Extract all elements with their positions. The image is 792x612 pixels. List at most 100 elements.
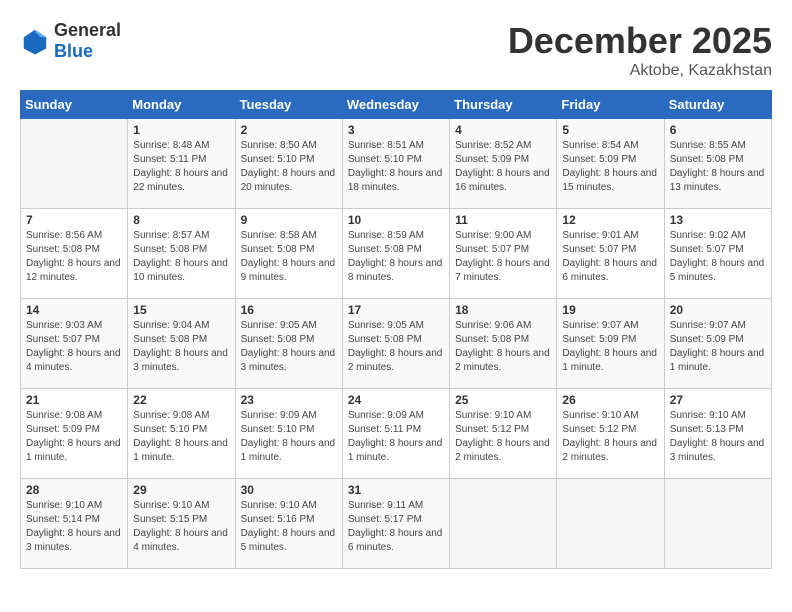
calendar-cell: 10 Sunrise: 8:59 AMSunset: 5:08 PMDaylig… <box>342 209 449 299</box>
calendar-cell: 27 Sunrise: 9:10 AMSunset: 5:13 PMDaylig… <box>664 389 771 479</box>
calendar-cell: 2 Sunrise: 8:50 AMSunset: 5:10 PMDayligh… <box>235 119 342 209</box>
day-info: Sunrise: 9:11 AMSunset: 5:17 PMDaylight:… <box>348 500 443 553</box>
calendar-cell: 17 Sunrise: 9:05 AMSunset: 5:08 PMDaylig… <box>342 299 449 389</box>
location-title: Aktobe, Kazakhstan <box>508 62 772 80</box>
calendar-cell: 13 Sunrise: 9:02 AMSunset: 5:07 PMDaylig… <box>664 209 771 299</box>
day-info: Sunrise: 9:09 AMSunset: 5:10 PMDaylight:… <box>241 410 336 463</box>
day-info: Sunrise: 9:10 AMSunset: 5:14 PMDaylight:… <box>26 500 121 553</box>
day-info: Sunrise: 9:05 AMSunset: 5:08 PMDaylight:… <box>241 320 336 373</box>
day-info: Sunrise: 9:10 AMSunset: 5:16 PMDaylight:… <box>241 500 336 553</box>
calendar-cell: 11 Sunrise: 9:00 AMSunset: 5:07 PMDaylig… <box>450 209 557 299</box>
day-number: 7 <box>26 213 122 227</box>
day-number: 16 <box>241 303 337 317</box>
day-number: 2 <box>241 123 337 137</box>
calendar-cell: 4 Sunrise: 8:52 AMSunset: 5:09 PMDayligh… <box>450 119 557 209</box>
day-number: 28 <box>26 483 122 497</box>
calendar-cell: 9 Sunrise: 8:58 AMSunset: 5:08 PMDayligh… <box>235 209 342 299</box>
calendar-week-row: 1 Sunrise: 8:48 AMSunset: 5:11 PMDayligh… <box>21 119 772 209</box>
day-number: 22 <box>133 393 229 407</box>
day-number: 20 <box>670 303 766 317</box>
day-number: 26 <box>562 393 658 407</box>
calendar-cell <box>557 479 664 569</box>
day-info: Sunrise: 9:10 AMSunset: 5:12 PMDaylight:… <box>455 410 550 463</box>
calendar-cell: 31 Sunrise: 9:11 AMSunset: 5:17 PMDaylig… <box>342 479 449 569</box>
day-number: 19 <box>562 303 658 317</box>
calendar-cell: 15 Sunrise: 9:04 AMSunset: 5:08 PMDaylig… <box>128 299 235 389</box>
day-number: 29 <box>133 483 229 497</box>
day-info: Sunrise: 9:10 AMSunset: 5:15 PMDaylight:… <box>133 500 228 553</box>
day-info: Sunrise: 8:56 AMSunset: 5:08 PMDaylight:… <box>26 230 121 283</box>
day-info: Sunrise: 9:07 AMSunset: 5:09 PMDaylight:… <box>670 320 765 373</box>
day-number: 17 <box>348 303 444 317</box>
weekday-header: Sunday <box>21 91 128 119</box>
calendar-week-row: 14 Sunrise: 9:03 AMSunset: 5:07 PMDaylig… <box>21 299 772 389</box>
logo-general: General <box>54 20 121 40</box>
day-number: 3 <box>348 123 444 137</box>
day-number: 21 <box>26 393 122 407</box>
day-info: Sunrise: 8:51 AMSunset: 5:10 PMDaylight:… <box>348 140 443 193</box>
header-row: SundayMondayTuesdayWednesdayThursdayFrid… <box>21 91 772 119</box>
day-info: Sunrise: 8:58 AMSunset: 5:08 PMDaylight:… <box>241 230 336 283</box>
day-number: 27 <box>670 393 766 407</box>
title-block: December 2025 Aktobe, Kazakhstan <box>508 20 772 80</box>
day-number: 24 <box>348 393 444 407</box>
day-info: Sunrise: 8:50 AMSunset: 5:10 PMDaylight:… <box>241 140 336 193</box>
calendar-week-row: 28 Sunrise: 9:10 AMSunset: 5:14 PMDaylig… <box>21 479 772 569</box>
calendar-cell <box>21 119 128 209</box>
day-number: 25 <box>455 393 551 407</box>
weekday-header: Tuesday <box>235 91 342 119</box>
day-info: Sunrise: 9:10 AMSunset: 5:12 PMDaylight:… <box>562 410 657 463</box>
calendar-cell: 5 Sunrise: 8:54 AMSunset: 5:09 PMDayligh… <box>557 119 664 209</box>
day-number: 9 <box>241 213 337 227</box>
calendar-cell: 30 Sunrise: 9:10 AMSunset: 5:16 PMDaylig… <box>235 479 342 569</box>
page-header: General Blue December 2025 Aktobe, Kazak… <box>20 20 772 80</box>
day-number: 8 <box>133 213 229 227</box>
weekday-header: Wednesday <box>342 91 449 119</box>
day-number: 12 <box>562 213 658 227</box>
month-title: December 2025 <box>508 20 772 62</box>
day-number: 4 <box>455 123 551 137</box>
calendar-cell: 8 Sunrise: 8:57 AMSunset: 5:08 PMDayligh… <box>128 209 235 299</box>
day-info: Sunrise: 8:52 AMSunset: 5:09 PMDaylight:… <box>455 140 550 193</box>
logo-blue: Blue <box>54 41 93 61</box>
calendar-cell: 18 Sunrise: 9:06 AMSunset: 5:08 PMDaylig… <box>450 299 557 389</box>
day-number: 31 <box>348 483 444 497</box>
day-info: Sunrise: 9:08 AMSunset: 5:09 PMDaylight:… <box>26 410 121 463</box>
calendar-cell: 20 Sunrise: 9:07 AMSunset: 5:09 PMDaylig… <box>664 299 771 389</box>
day-info: Sunrise: 8:57 AMSunset: 5:08 PMDaylight:… <box>133 230 228 283</box>
calendar-cell: 19 Sunrise: 9:07 AMSunset: 5:09 PMDaylig… <box>557 299 664 389</box>
calendar-cell: 28 Sunrise: 9:10 AMSunset: 5:14 PMDaylig… <box>21 479 128 569</box>
weekday-header: Monday <box>128 91 235 119</box>
day-info: Sunrise: 9:03 AMSunset: 5:07 PMDaylight:… <box>26 320 121 373</box>
day-number: 10 <box>348 213 444 227</box>
calendar-cell <box>664 479 771 569</box>
calendar-cell <box>450 479 557 569</box>
day-info: Sunrise: 9:06 AMSunset: 5:08 PMDaylight:… <box>455 320 550 373</box>
day-info: Sunrise: 9:01 AMSunset: 5:07 PMDaylight:… <box>562 230 657 283</box>
day-info: Sunrise: 9:00 AMSunset: 5:07 PMDaylight:… <box>455 230 550 283</box>
day-info: Sunrise: 9:09 AMSunset: 5:11 PMDaylight:… <box>348 410 443 463</box>
calendar-cell: 21 Sunrise: 9:08 AMSunset: 5:09 PMDaylig… <box>21 389 128 479</box>
day-info: Sunrise: 8:54 AMSunset: 5:09 PMDaylight:… <box>562 140 657 193</box>
weekday-header: Saturday <box>664 91 771 119</box>
day-info: Sunrise: 8:48 AMSunset: 5:11 PMDaylight:… <box>133 140 228 193</box>
calendar-cell: 14 Sunrise: 9:03 AMSunset: 5:07 PMDaylig… <box>21 299 128 389</box>
calendar-cell: 22 Sunrise: 9:08 AMSunset: 5:10 PMDaylig… <box>128 389 235 479</box>
weekday-header: Thursday <box>450 91 557 119</box>
calendar-cell: 3 Sunrise: 8:51 AMSunset: 5:10 PMDayligh… <box>342 119 449 209</box>
day-number: 23 <box>241 393 337 407</box>
calendar-cell: 25 Sunrise: 9:10 AMSunset: 5:12 PMDaylig… <box>450 389 557 479</box>
day-info: Sunrise: 9:04 AMSunset: 5:08 PMDaylight:… <box>133 320 228 373</box>
day-number: 11 <box>455 213 551 227</box>
day-info: Sunrise: 8:59 AMSunset: 5:08 PMDaylight:… <box>348 230 443 283</box>
calendar-week-row: 7 Sunrise: 8:56 AMSunset: 5:08 PMDayligh… <box>21 209 772 299</box>
calendar-cell: 23 Sunrise: 9:09 AMSunset: 5:10 PMDaylig… <box>235 389 342 479</box>
day-info: Sunrise: 9:05 AMSunset: 5:08 PMDaylight:… <box>348 320 443 373</box>
day-info: Sunrise: 9:10 AMSunset: 5:13 PMDaylight:… <box>670 410 765 463</box>
calendar-week-row: 21 Sunrise: 9:08 AMSunset: 5:09 PMDaylig… <box>21 389 772 479</box>
logo: General Blue <box>20 20 121 62</box>
day-number: 1 <box>133 123 229 137</box>
day-info: Sunrise: 9:08 AMSunset: 5:10 PMDaylight:… <box>133 410 228 463</box>
day-number: 30 <box>241 483 337 497</box>
day-number: 13 <box>670 213 766 227</box>
